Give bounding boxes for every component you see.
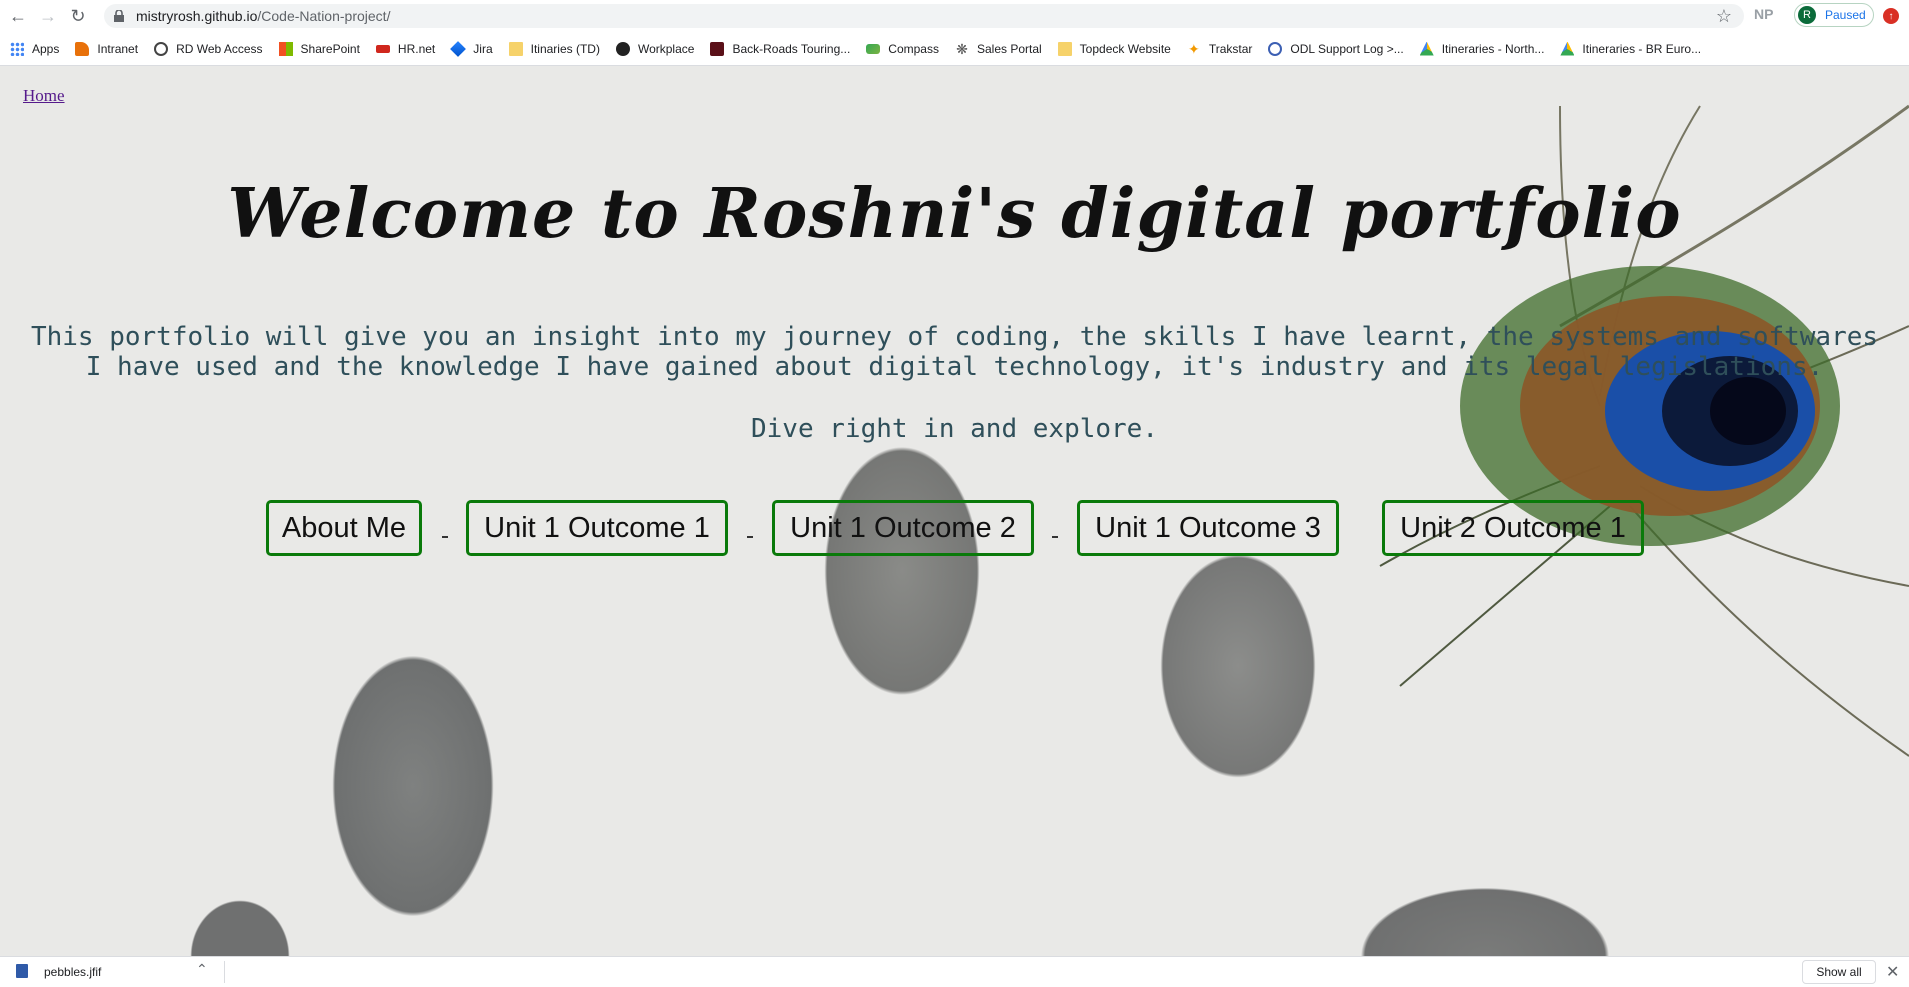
url-text: mistryrosh.github.io/Code-Nation-project… [136,8,391,24]
divider [224,961,225,983]
folder-icon [1057,41,1072,56]
bookmark-workplace[interactable]: Workplace [615,41,694,56]
update-alert-icon[interactable]: ↑ [1883,8,1899,24]
download-file-name[interactable]: pebbles.jfif [44,965,101,979]
jira-icon [450,40,467,57]
drive-icon [1419,41,1434,56]
bookmarks-bar: Apps Intranet RD Web Access SharePoint H… [0,32,1909,66]
address-bar[interactable]: mistryrosh.github.io/Code-Nation-project… [104,4,1744,28]
bookmark-apps[interactable]: Apps [10,41,59,56]
file-icon [16,964,28,978]
bookmark-itineraries-br-euro[interactable]: Itineraries - BR Euro... [1560,41,1701,56]
folder-icon [508,41,523,56]
reload-icon[interactable]: ↻ [66,4,90,28]
intranet-icon [75,41,90,56]
close-icon[interactable]: ✕ [1886,962,1899,982]
profile-status: Paused [1825,8,1866,22]
bookmark-trakstar[interactable]: ✦ Trakstar [1187,40,1252,57]
extension-np-icon[interactable]: NP [1754,6,1773,22]
drive-icon [1560,41,1575,56]
unit1-outcome1-button[interactable]: Unit 1 Outcome 1 [466,500,728,556]
separator [747,536,753,538]
globe-icon [154,41,169,56]
bookmark-hr-net[interactable]: HR.net [375,42,435,56]
trakstar-icon: ✦ [1187,40,1200,57]
odl-icon [1268,41,1283,56]
intro-text: This portfolio will give you an insight … [30,322,1879,382]
bookmark-jira[interactable]: Jira [450,40,493,57]
profile-button[interactable]: R Paused [1794,3,1874,27]
page-content: Home Welcome to Roshni's digital portfol… [0,66,1909,956]
chevron-up-icon[interactable]: ⌃ [196,961,208,978]
backroads-icon [710,41,725,56]
browser-toolbar: ← → ↻ mistryrosh.github.io/Code-Nation-p… [0,0,1909,32]
back-arrow-icon[interactable]: ← [6,4,30,28]
dive-text: Dive right in and explore. [751,414,1158,444]
bookmark-sharepoint[interactable]: SharePoint [278,41,360,56]
apps-grid-icon [10,41,24,56]
bookmark-itinaries-td[interactable]: Itinaries (TD) [508,41,600,56]
adp-icon [375,44,390,53]
page-title: Welcome to Roshni's digital portfolio [227,174,1682,254]
download-shelf: pebbles.jfif ⌃ Show all ✕ [0,956,1909,987]
windows-icon [278,41,293,56]
bookmark-itineraries-north[interactable]: Itineraries - North... [1419,41,1544,56]
forward-arrow-icon[interactable]: → [36,4,60,28]
lock-icon [114,9,126,23]
workplace-icon [615,41,630,56]
bookmark-star-icon[interactable]: ☆ [1716,6,1732,27]
gear-icon: ❋ [956,40,968,57]
show-all-button[interactable]: Show all [1802,960,1876,984]
bookmark-compass[interactable]: Compass [866,42,939,56]
unit1-outcome3-button[interactable]: Unit 1 Outcome 3 [1077,500,1339,556]
about-me-button[interactable]: About Me [266,500,422,556]
bookmark-rd-web-access[interactable]: RD Web Access [154,41,263,56]
home-link[interactable]: Home [23,86,65,106]
bookmark-back-roads[interactable]: Back-Roads Touring... [710,41,850,56]
unit2-outcome1-button[interactable]: Unit 2 Outcome 1 [1382,500,1644,556]
avatar: R [1798,6,1816,24]
unit1-outcome2-button[interactable]: Unit 1 Outcome 2 [772,500,1034,556]
bookmark-intranet[interactable]: Intranet [75,41,138,56]
bookmark-odl-support-log[interactable]: ODL Support Log >... [1268,41,1404,56]
separator [442,536,448,538]
separator [1052,536,1058,538]
bookmark-topdeck-website[interactable]: Topdeck Website [1057,41,1171,56]
bookmark-sales-portal[interactable]: ❋ Sales Portal [955,42,1042,56]
compass-icon [866,43,881,54]
